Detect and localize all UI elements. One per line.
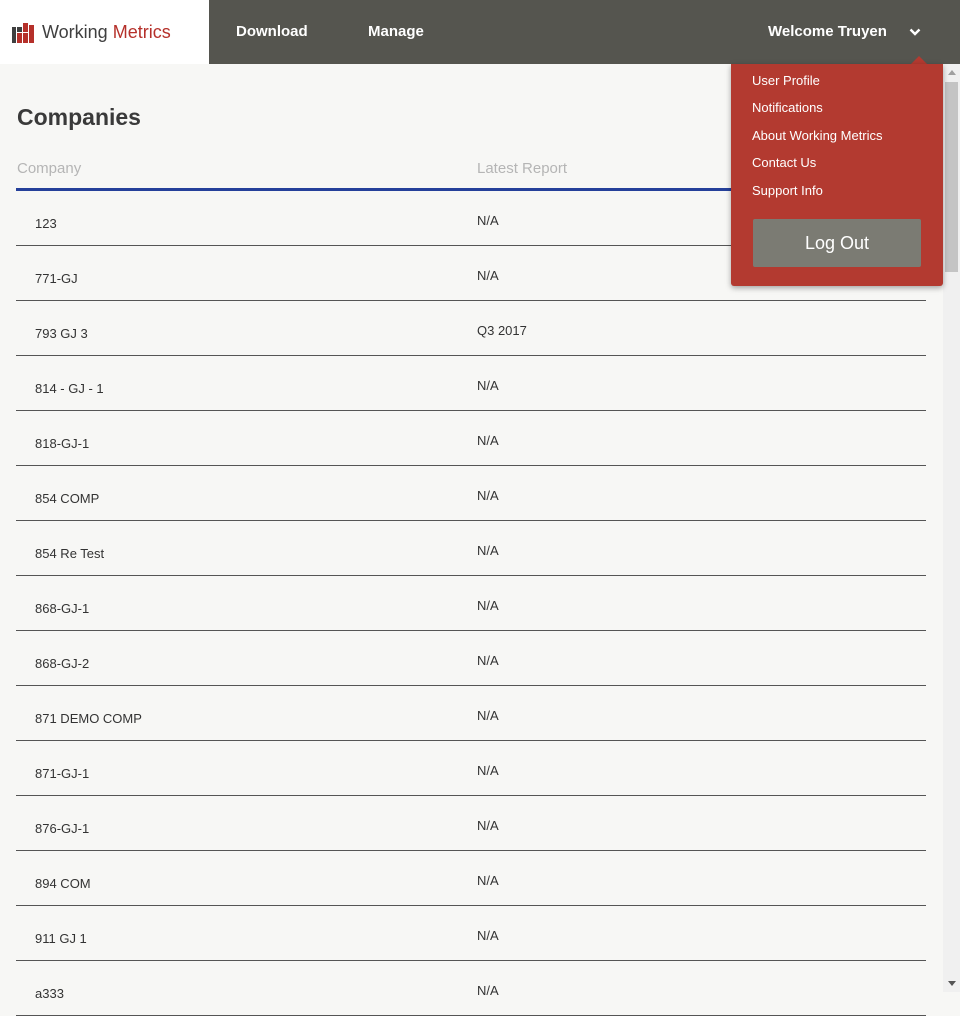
working-metrics-logo-icon <box>12 23 34 43</box>
menu-item-user-profile[interactable]: User Profile <box>752 72 820 90</box>
company-name: 894 COM <box>35 876 91 891</box>
company-name: 771-GJ <box>35 271 78 286</box>
company-name: 854 COMP <box>35 491 100 506</box>
scrollbar-thumb[interactable] <box>945 82 958 272</box>
menu-item-contact-us[interactable]: Contact Us <box>752 154 816 172</box>
latest-report: N/A <box>477 488 499 503</box>
logo-word-metrics: Metrics <box>112 22 171 42</box>
latest-report: N/A <box>477 543 499 558</box>
nav-download[interactable]: Download <box>236 22 308 42</box>
logo-text: Working Metrics <box>42 20 171 44</box>
company-name: 868-GJ-1 <box>35 601 90 616</box>
menu-item-notifications[interactable]: Notifications <box>752 99 823 117</box>
company-name: 818-GJ-1 <box>35 436 90 451</box>
latest-report: N/A <box>477 873 499 888</box>
logo[interactable]: Working Metrics <box>0 0 209 64</box>
table-row[interactable]: 911 GJ 1 N/A <box>16 906 926 961</box>
company-name: 814 - GJ - 1 <box>35 381 104 396</box>
company-name: a333 <box>35 986 64 1001</box>
top-nav-bar: Working Metrics Download Manage Welcome … <box>0 0 960 64</box>
latest-report: N/A <box>477 268 499 283</box>
company-name: 868-GJ-2 <box>35 656 90 671</box>
table-row[interactable]: 868-GJ-1 N/A <box>16 576 926 631</box>
latest-report: N/A <box>477 433 499 448</box>
latest-report: N/A <box>477 598 499 613</box>
table-row[interactable]: 854 COMP N/A <box>16 466 926 521</box>
table-row[interactable]: 871-GJ-1 N/A <box>16 741 926 796</box>
company-name: 123 <box>35 216 57 231</box>
menu-item-about[interactable]: About Working Metrics <box>752 127 883 145</box>
column-header-company[interactable]: Company <box>17 159 81 179</box>
vertical-scrollbar[interactable] <box>943 64 960 992</box>
column-header-latest-report[interactable]: Latest Report <box>477 159 567 179</box>
table-row[interactable]: 814 - GJ - 1 N/A <box>16 356 926 411</box>
table-row[interactable]: 818-GJ-1 N/A <box>16 411 926 466</box>
user-dropdown-menu: User Profile Notifications About Working… <box>731 64 943 286</box>
latest-report: N/A <box>477 213 499 228</box>
chevron-down-icon[interactable] <box>909 27 921 37</box>
latest-report: N/A <box>477 378 499 393</box>
table-row[interactable]: a333 N/A <box>16 961 926 1016</box>
user-menu-toggle[interactable]: Welcome Truyen <box>768 22 887 42</box>
table-row[interactable]: 793 GJ 3 Q3 2017 <box>16 301 926 356</box>
company-name: 871-GJ-1 <box>35 766 90 781</box>
company-name: 911 GJ 1 <box>35 931 87 946</box>
table-row[interactable]: 871 DEMO COMP N/A <box>16 686 926 741</box>
company-name: 876-GJ-1 <box>35 821 90 836</box>
scroll-up-arrow-icon[interactable] <box>948 70 956 75</box>
company-name: 871 DEMO COMP <box>35 711 142 726</box>
latest-report: N/A <box>477 928 499 943</box>
latest-report: N/A <box>477 653 499 668</box>
latest-report: N/A <box>477 818 499 833</box>
scroll-down-arrow-icon[interactable] <box>948 981 956 986</box>
logo-word-working: Working <box>42 22 108 42</box>
latest-report: N/A <box>477 763 499 778</box>
company-name: 793 GJ 3 <box>35 326 88 341</box>
latest-report: Q3 2017 <box>477 323 527 338</box>
menu-item-support-info[interactable]: Support Info <box>752 182 823 200</box>
latest-report: N/A <box>477 708 499 723</box>
table-row[interactable]: 854 Re Test N/A <box>16 521 926 576</box>
company-name: 854 Re Test <box>35 546 105 561</box>
page-title: Companies <box>17 104 141 130</box>
table-row[interactable]: 868-GJ-2 N/A <box>16 631 926 686</box>
nav-manage[interactable]: Manage <box>368 22 424 42</box>
table-row[interactable]: 894 COM N/A <box>16 851 926 906</box>
latest-report: N/A <box>477 983 499 998</box>
logout-button[interactable]: Log Out <box>753 219 921 267</box>
companies-table: 123 N/A 771-GJ N/A 793 GJ 3 Q3 2017 814 … <box>16 191 926 1016</box>
table-row[interactable]: 876-GJ-1 N/A <box>16 796 926 851</box>
